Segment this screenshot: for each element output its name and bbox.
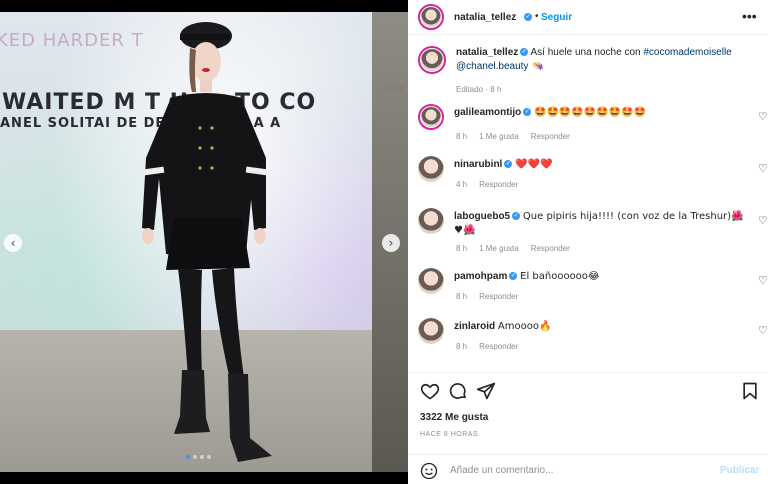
share-paper-plane-icon[interactable] — [476, 381, 496, 401]
comment-text: 🤩🤩🤩🤩🤩🤩🤩🤩🤩 — [534, 107, 647, 118]
comment-text: Amoooo🔥 — [497, 321, 552, 332]
comment-text: ❤️❤️❤️ — [515, 159, 553, 170]
comment-body: zinlaroid Amoooo🔥 — [454, 320, 744, 334]
previous-image-button[interactable]: ‹ — [4, 234, 22, 252]
media-text-line: KED HARDER T — [0, 30, 144, 51]
commenter-avatar[interactable] — [418, 318, 444, 344]
comment-item: zinlaroid Amoooo🔥 8 h Responder ♡ — [418, 318, 768, 364]
post-actions — [408, 372, 768, 408]
comment-body: galileamontijo ✓ 🤩🤩🤩🤩🤩🤩🤩🤩🤩 — [454, 106, 744, 120]
comment-item: pamohpam ✓ El bañoooooo😂 8 h Responder ♡ — [418, 268, 768, 314]
verified-badge-icon: ✓ — [523, 108, 532, 117]
post-side-panel: natalia_tellez ✓ • Seguir ••• natalia_te… — [408, 0, 768, 484]
comment-body: laboguebo5 ✓ Que pipiris hija!!!! (con vo… — [454, 210, 744, 238]
carousel-dot — [193, 455, 197, 459]
commenter-username[interactable]: laboguebo5 — [454, 211, 510, 222]
caption-author-avatar[interactable] — [418, 46, 446, 74]
caption-body: Así huele una noche con — [528, 47, 644, 58]
edited-label: Editado — [456, 85, 484, 94]
comment-like-count[interactable]: 1 Me gusta — [479, 132, 519, 141]
carousel-dot — [200, 455, 204, 459]
reply-button[interactable]: Responder — [479, 180, 518, 189]
next-image-button[interactable]: › — [382, 234, 400, 252]
post-timestamp: HACE 8 HORAS — [420, 431, 479, 438]
like-comment-heart-icon[interactable]: ♡ — [758, 274, 768, 287]
post-header: natalia_tellez ✓ • Seguir ••• — [408, 0, 768, 35]
comment-time: 8 h — [456, 244, 468, 253]
caption-hashtag[interactable]: #cocomademoiselle — [643, 47, 731, 58]
comment-item: galileamontijo ✓ 🤩🤩🤩🤩🤩🤩🤩🤩🤩 8 h 1 Me gusta R… — [418, 104, 768, 150]
comment-meta: 8 h 1 Me gusta Responder — [456, 132, 582, 141]
verified-badge-icon: ✓ — [524, 13, 532, 21]
post-media[interactable]: KED HARDER T WAITED M T HAD TO CO ANEL S… — [0, 0, 408, 484]
header-separator: • — [535, 11, 539, 22]
commenter-avatar[interactable] — [418, 104, 444, 130]
like-comment-heart-icon[interactable]: ♡ — [758, 214, 768, 227]
caption-meta: Editado · 8 h — [456, 85, 501, 94]
comment-meta: 8 h Responder — [456, 292, 530, 301]
caption-time: 8 h — [490, 85, 502, 94]
comment-body: ninarubinl ✓ ❤️❤️❤️ — [454, 158, 744, 172]
caption-emoji: 👒 — [528, 61, 545, 72]
caption-text: natalia_tellez ✓ Así huele una noche con … — [456, 46, 756, 74]
comment-item: ninarubinl ✓ ❤️❤️❤️ 4 h Responder ♡ — [418, 156, 768, 202]
commenter-username[interactable]: pamohpam — [454, 271, 507, 282]
commenter-username[interactable]: ninarubinl — [454, 159, 502, 170]
carousel-dot — [207, 455, 211, 459]
comments-list[interactable]: natalia_tellez ✓ Así huele una noche con … — [408, 36, 768, 372]
author-username[interactable]: natalia_tellez — [454, 12, 516, 23]
reply-button[interactable]: Responder — [531, 244, 570, 253]
comment-like-count[interactable]: 1 Me gusta — [479, 244, 519, 253]
comment-meta: 8 h Responder — [456, 342, 530, 351]
media-text-line: ROW — [382, 84, 405, 93]
like-comment-heart-icon[interactable]: ♡ — [758, 324, 768, 337]
reply-button[interactable]: Responder — [479, 292, 518, 301]
commenter-avatar[interactable] — [418, 156, 444, 182]
reply-button[interactable]: Responder — [479, 342, 518, 351]
like-count[interactable]: 3322 Me gusta — [420, 412, 488, 423]
publish-button[interactable]: Publicar — [720, 465, 759, 476]
caption-mention[interactable]: @chanel.beauty — [456, 61, 528, 72]
comment-time: 8 h — [456, 292, 468, 301]
like-comment-heart-icon[interactable]: ♡ — [758, 162, 768, 175]
comment-item: laboguebo5 ✓ Que pipiris hija!!!! (con vo… — [418, 208, 768, 254]
comment-body: pamohpam ✓ El bañoooooo😂 — [454, 270, 744, 284]
carousel-dot — [186, 455, 190, 459]
post-dialog: KED HARDER T WAITED M T HAD TO CO ANEL S… — [0, 0, 768, 484]
like-heart-icon[interactable] — [420, 381, 440, 401]
comment-time: 8 h — [456, 132, 468, 141]
emoji-smiley-icon[interactable] — [420, 462, 438, 480]
comment-text: El bañoooooo😂 — [520, 271, 600, 282]
comment-meta: 8 h 1 Me gusta Responder — [456, 244, 582, 253]
verified-badge-icon: ✓ — [512, 212, 521, 221]
follow-button[interactable]: Seguir — [541, 12, 572, 23]
comment-time: 8 h — [456, 342, 468, 351]
caption-username[interactable]: natalia_tellez — [456, 47, 518, 58]
verified-badge-icon: ✓ — [509, 272, 518, 281]
comment-input[interactable] — [450, 463, 710, 477]
person-figure — [142, 22, 272, 462]
comment-meta: 4 h Responder — [456, 180, 530, 189]
more-options-icon[interactable]: ••• — [742, 8, 757, 24]
commenter-avatar[interactable] — [418, 268, 444, 294]
verified-badge-icon: ✓ — [504, 160, 513, 169]
reply-button[interactable]: Responder — [531, 132, 570, 141]
comment-time: 4 h — [456, 180, 468, 189]
commenter-username[interactable]: zinlaroid — [454, 321, 495, 332]
like-comment-heart-icon[interactable]: ♡ — [758, 110, 768, 123]
carousel-indicator — [186, 455, 211, 459]
comment-bubble-icon[interactable] — [448, 381, 468, 401]
commenter-username[interactable]: galileamontijo — [454, 107, 521, 118]
save-bookmark-icon[interactable] — [740, 381, 760, 401]
commenter-avatar[interactable] — [418, 208, 444, 234]
add-comment-bar: Publicar — [408, 454, 768, 484]
author-avatar[interactable] — [418, 4, 444, 30]
